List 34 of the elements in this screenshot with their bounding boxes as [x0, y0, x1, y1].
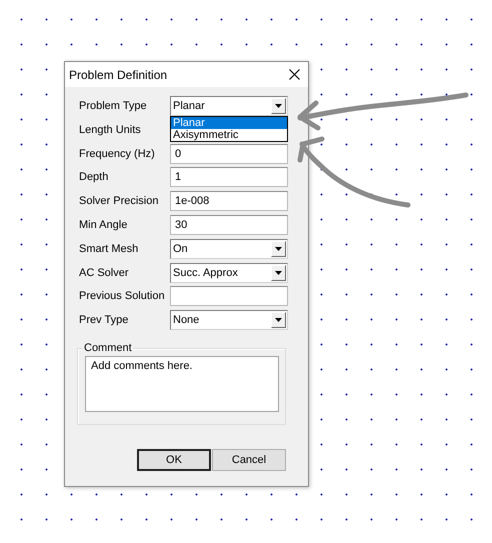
field-label: Solver Precision: [79, 195, 160, 208]
field-label: Previous Solution: [79, 290, 166, 302]
text-field[interactable]: 1: [170, 167, 288, 188]
close-icon[interactable]: [289, 69, 300, 80]
field-label: Frequency (Hz): [79, 148, 156, 160]
field-label: Smart Mesh: [79, 242, 140, 255]
caret-icon: [275, 270, 282, 275]
field-label: Min Angle: [79, 218, 128, 231]
dropdown-button[interactable]: [271, 264, 286, 281]
field-label: AC Solver: [79, 266, 130, 279]
dialog-button[interactable]: Cancel: [212, 449, 286, 471]
text-field[interactable]: 30: [170, 214, 288, 235]
field-label: Prev Type: [79, 314, 130, 326]
dropdown-button[interactable]: [271, 312, 286, 328]
dropdown[interactable]: Planar: [170, 96, 288, 116]
window-title: Problem Definition: [69, 68, 168, 82]
dropdown-button[interactable]: [271, 98, 286, 114]
dropdown-button[interactable]: [271, 240, 286, 257]
text-field[interactable]: [170, 286, 288, 306]
caret-icon: [275, 318, 282, 322]
dropdown[interactable]: None: [170, 310, 288, 330]
dialog-button[interactable]: OK: [137, 449, 211, 471]
field-label: Problem Type: [79, 100, 148, 112]
group-label: Comment: [83, 342, 133, 354]
field-label: Length Units: [79, 124, 142, 136]
caret-icon: [275, 246, 282, 251]
dropdown-option[interactable]: Planar: [171, 117, 287, 129]
field-label: Depth: [79, 171, 110, 184]
text-field[interactable]: 0: [170, 144, 288, 164]
text-field[interactable]: 1e-008: [170, 191, 288, 212]
dropdown[interactable]: On: [170, 238, 288, 259]
caret-icon: [275, 104, 282, 108]
comment-field[interactable]: Add comments here.: [85, 356, 279, 412]
dropdown[interactable]: Succ. Approx: [170, 262, 288, 283]
